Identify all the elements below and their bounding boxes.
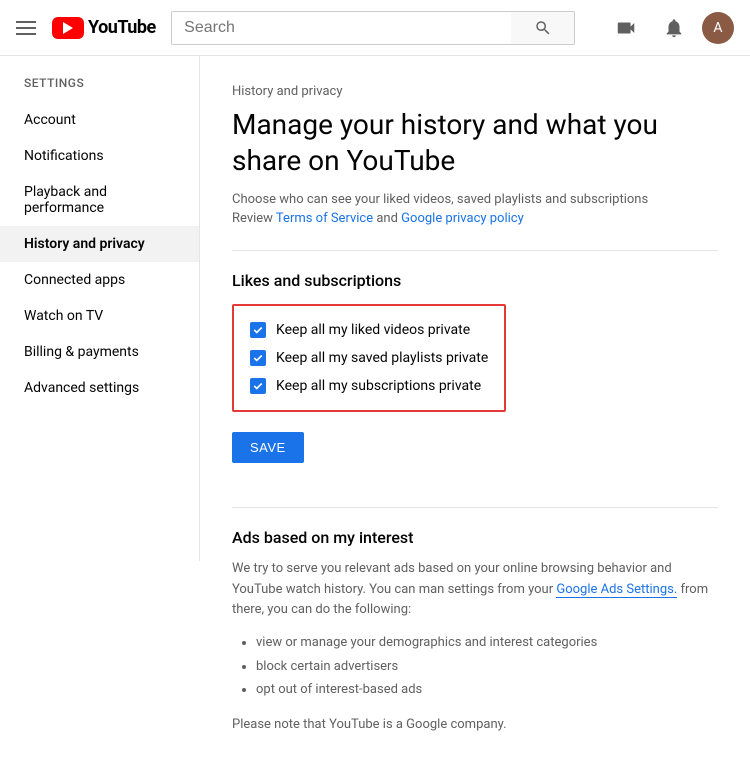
sidebar-item-playback[interactable]: Playback and performance xyxy=(0,174,199,226)
checkbox-row-liked[interactable]: Keep all my liked videos private xyxy=(250,316,488,344)
checkbox-subscriptions[interactable] xyxy=(250,378,266,394)
bell-icon xyxy=(663,17,685,39)
checkbox-playlists[interactable] xyxy=(250,350,266,366)
page-title: Manage your history and what you share o… xyxy=(232,107,718,180)
ads-section: Ads based on my interest We try to serve… xyxy=(232,528,718,733)
page-subtitle: Choose who can see your liked videos, sa… xyxy=(232,192,718,207)
sidebar-item-connected[interactable]: Connected apps xyxy=(0,262,199,298)
checkmark-icon xyxy=(253,353,263,363)
video-camera-icon xyxy=(615,17,637,39)
youtube-logo[interactable]: YouTube xyxy=(52,17,156,39)
list-item: opt out of interest-based ads xyxy=(256,678,718,701)
avatar[interactable]: A xyxy=(702,12,734,44)
checkbox-liked[interactable] xyxy=(250,322,266,338)
search-icon xyxy=(534,19,552,37)
note-text: Please note that YouTube is a Google com… xyxy=(232,717,718,732)
checkmark-icon xyxy=(253,381,263,391)
links-and: and xyxy=(373,211,401,226)
page-layout: SETTINGS Account Notifications Playback … xyxy=(0,56,750,760)
checkbox-playlists-label: Keep all my saved playlists private xyxy=(276,350,488,366)
list-item: block certain advertisers xyxy=(256,655,718,678)
checkbox-subscriptions-label: Keep all my subscriptions private xyxy=(276,378,481,394)
divider-1 xyxy=(232,250,718,251)
search-input[interactable] xyxy=(171,11,511,45)
upload-button[interactable] xyxy=(606,8,646,48)
sidebar-item-notifications[interactable]: Notifications xyxy=(0,138,199,174)
bullet-list: view or manage your demographics and int… xyxy=(232,631,718,701)
ads-text: We try to serve you relevant ads based o… xyxy=(232,559,718,621)
section-label: History and privacy xyxy=(232,84,718,99)
search-button[interactable] xyxy=(511,11,575,45)
notifications-button[interactable] xyxy=(654,8,694,48)
header-left: YouTube xyxy=(16,17,156,39)
youtube-logo-icon xyxy=(52,17,84,39)
header-right: A xyxy=(606,8,734,48)
header: YouTube A xyxy=(0,0,750,56)
tos-link[interactable]: Terms of Service xyxy=(276,211,373,226)
menu-icon[interactable] xyxy=(16,21,36,35)
links-line: Review Terms of Service and Google priva… xyxy=(232,211,718,226)
likes-section-title: Likes and subscriptions xyxy=(232,271,718,290)
ads-title: Ads based on my interest xyxy=(232,528,718,547)
checkbox-row-subscriptions[interactable]: Keep all my subscriptions private xyxy=(250,372,488,400)
links-prefix: Review xyxy=(232,211,276,226)
checkbox-row-playlists[interactable]: Keep all my saved playlists private xyxy=(250,344,488,372)
main-content: History and privacy Manage your history … xyxy=(200,56,750,760)
search-form xyxy=(171,11,575,45)
sidebar-item-billing[interactable]: Billing & payments xyxy=(0,334,199,370)
checkmark-icon xyxy=(253,325,263,335)
sidebar-title: SETTINGS xyxy=(0,68,199,102)
sidebar: SETTINGS Account Notifications Playback … xyxy=(0,56,200,561)
sidebar-item-watch[interactable]: Watch on TV xyxy=(0,298,199,334)
privacy-link[interactable]: Google privacy policy xyxy=(401,211,524,226)
checkbox-liked-label: Keep all my liked videos private xyxy=(276,322,470,338)
checkboxes-container: Keep all my liked videos private Keep al… xyxy=(232,304,506,412)
save-button[interactable]: SAVE xyxy=(232,432,304,463)
sidebar-item-account[interactable]: Account xyxy=(0,102,199,138)
list-item: view or manage your demographics and int… xyxy=(256,631,718,654)
divider-2 xyxy=(232,507,718,508)
logo-text: YouTube xyxy=(88,17,156,38)
sidebar-item-advanced[interactable]: Advanced settings xyxy=(0,370,199,406)
google-ads-link[interactable]: Google Ads Settings. xyxy=(556,582,677,598)
sidebar-item-history[interactable]: History and privacy xyxy=(0,226,199,262)
